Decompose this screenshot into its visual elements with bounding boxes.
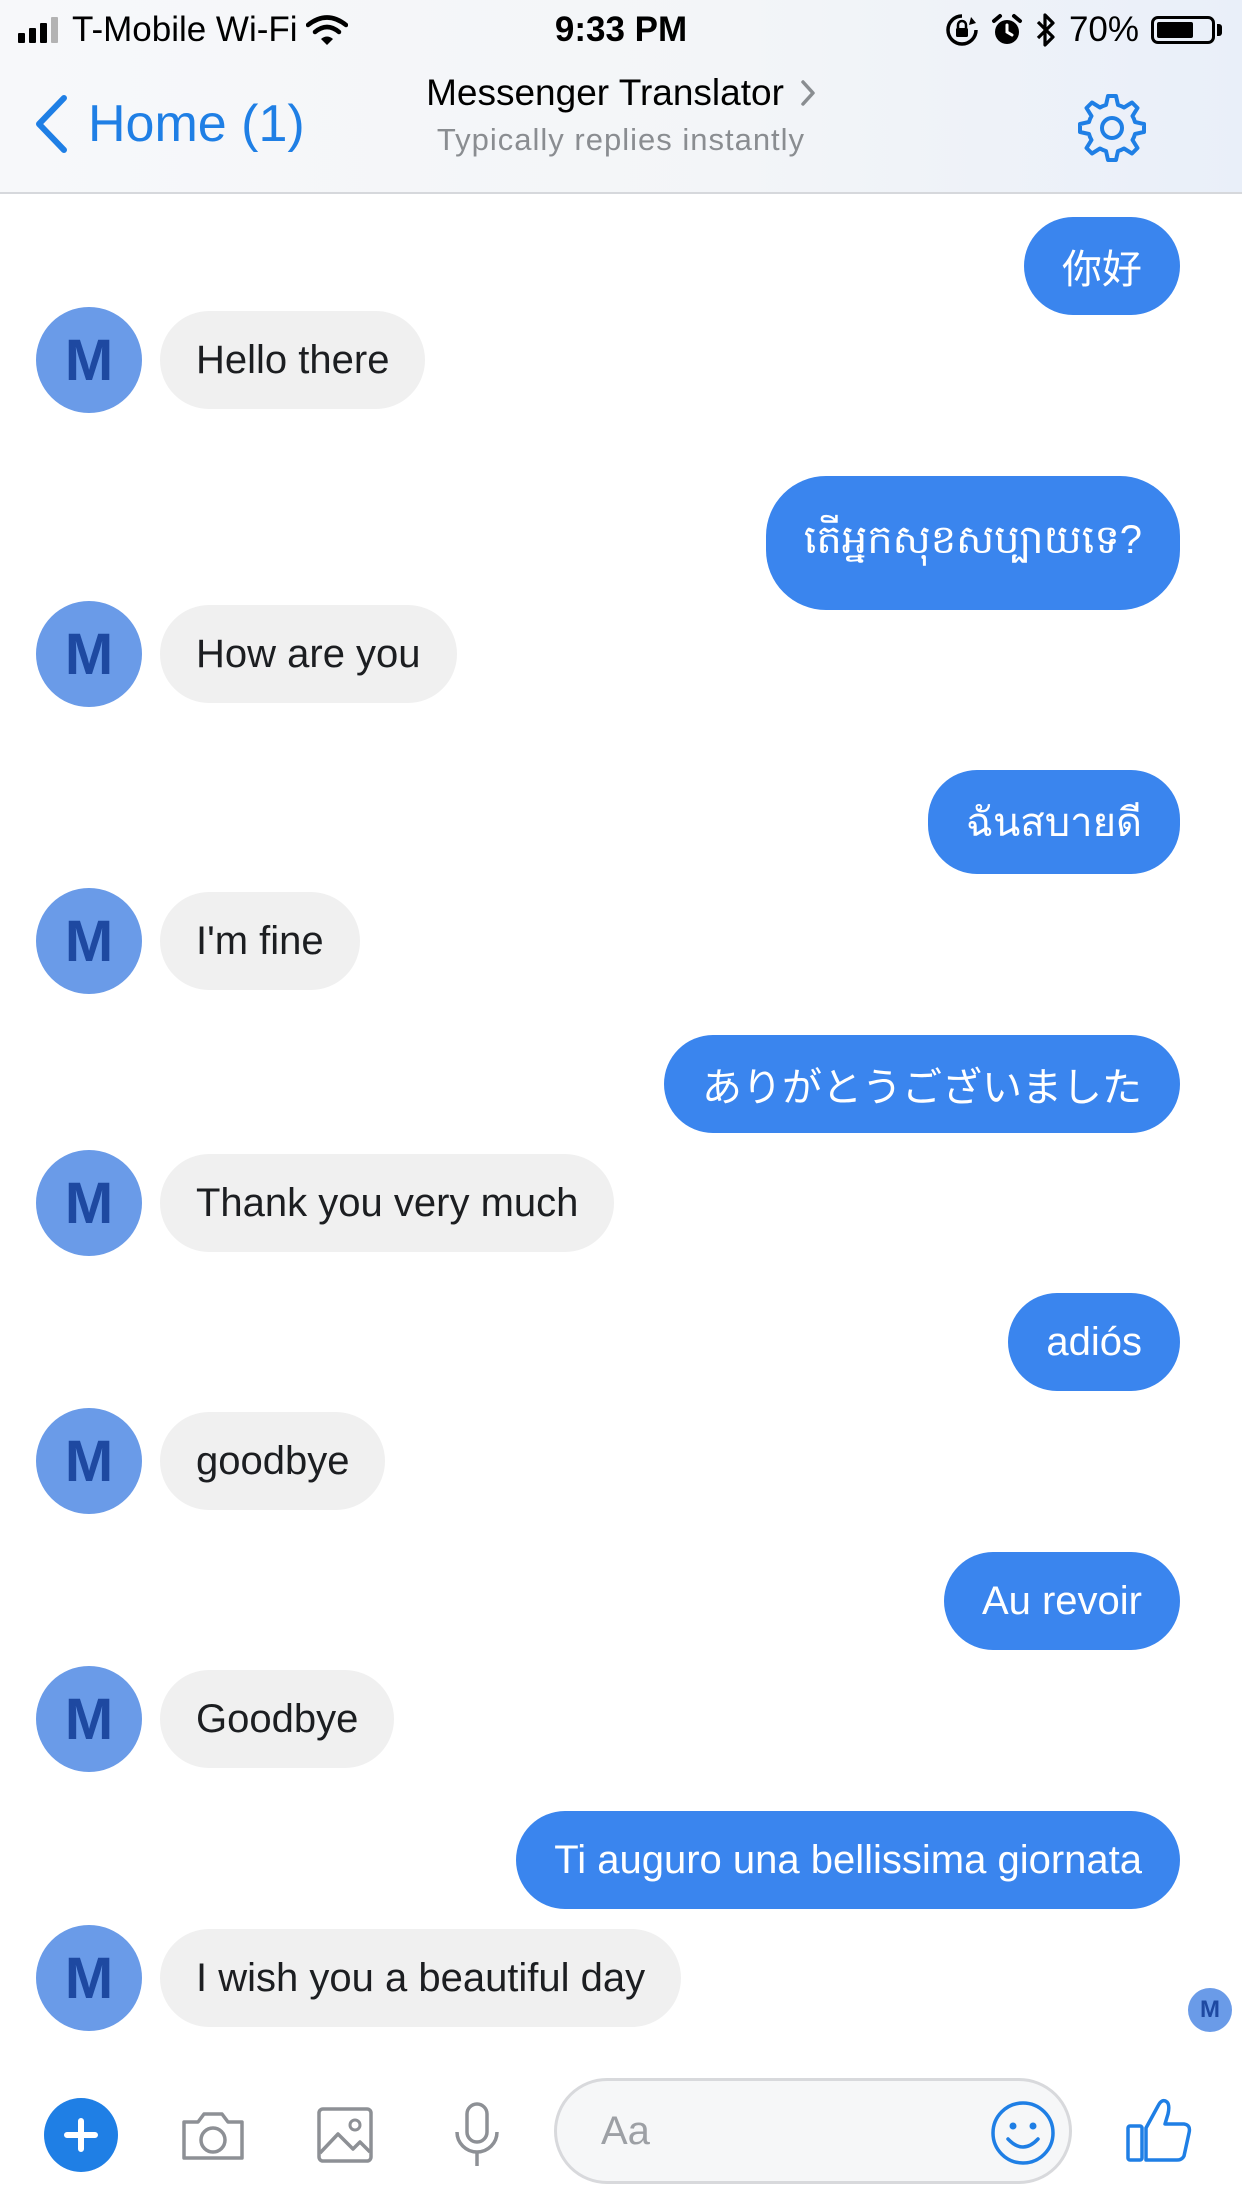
incoming-message[interactable]: goodbye	[160, 1412, 386, 1510]
avatar[interactable]: M	[36, 888, 142, 994]
outgoing-message[interactable]: តើអ្នកសុខសប្បាយទេ?	[765, 476, 1180, 610]
avatar[interactable]: M	[36, 1666, 142, 1772]
outgoing-message[interactable]: 你好	[1024, 217, 1180, 315]
gear-icon[interactable]	[1076, 92, 1148, 164]
rotation-lock-icon	[946, 14, 978, 46]
emoji-icon[interactable]	[989, 2099, 1057, 2167]
image-icon[interactable]	[308, 2098, 382, 2172]
battery-level-fill	[1157, 22, 1193, 38]
composer-bar: Aa	[0, 2068, 1242, 2208]
conversation-header[interactable]: Messenger Translator Typically replies i…	[300, 72, 942, 158]
battery-percent: 70%	[1068, 10, 1139, 49]
back-button[interactable]: Home (1)	[34, 94, 305, 154]
chevron-left-icon	[36, 95, 67, 153]
outgoing-message[interactable]: ฉันสบายดี	[927, 770, 1180, 874]
avatar[interactable]: M	[36, 1925, 142, 2031]
microphone-icon[interactable]	[440, 2098, 514, 2172]
battery-tip	[1217, 24, 1222, 36]
status-bar: T-Mobile Wi-Fi 9:33 PM 70%	[0, 0, 1242, 62]
conversation-title: Messenger Translator	[426, 72, 784, 113]
avatar[interactable]: M	[36, 307, 142, 413]
avatar[interactable]: M	[36, 1408, 142, 1514]
plus-button[interactable]	[44, 2098, 118, 2172]
battery-icon	[1151, 16, 1215, 44]
thumbs-up-icon[interactable]	[1124, 2094, 1194, 2166]
outgoing-message[interactable]: Ti auguro una bellissima giornata	[516, 1811, 1180, 1909]
avatar[interactable]: M	[36, 601, 142, 707]
message-input[interactable]: Aa	[554, 2078, 1072, 2184]
message-thread[interactable]: 你好 Hello there M តើអ្នកសុខសប្បាយទេ? How are …	[0, 194, 1242, 2044]
incoming-message[interactable]: I'm fine	[160, 892, 360, 990]
incoming-message[interactable]: How are you	[160, 605, 457, 703]
incoming-message[interactable]: Thank you very much	[160, 1154, 615, 1252]
outgoing-message[interactable]: adiós	[1008, 1293, 1180, 1391]
back-button-label: Home (1)	[88, 95, 305, 153]
navigation-bar: Home (1) Messenger Translator Typically …	[0, 62, 1242, 194]
incoming-message[interactable]: Hello there	[160, 311, 426, 409]
status-right: 70%	[945, 10, 1222, 50]
outgoing-message[interactable]: ありがとうございました	[664, 1035, 1180, 1133]
chevron-right-icon	[801, 80, 815, 106]
camera-icon[interactable]	[176, 2098, 250, 2172]
message-input-placeholder: Aa	[601, 2109, 650, 2153]
incoming-message[interactable]: I wish you a beautiful day	[160, 1929, 682, 2027]
bluetooth-icon	[1036, 13, 1055, 47]
incoming-message[interactable]: Goodbye	[160, 1670, 395, 1768]
avatar[interactable]: M	[36, 1150, 142, 1256]
alarm-icon	[991, 14, 1022, 44]
conversation-subtitle: Typically replies instantly	[436, 122, 806, 157]
outgoing-message[interactable]: Au revoir	[943, 1552, 1180, 1650]
seen-indicator-avatar: M	[1188, 1988, 1232, 2032]
plus-icon	[64, 2118, 98, 2152]
